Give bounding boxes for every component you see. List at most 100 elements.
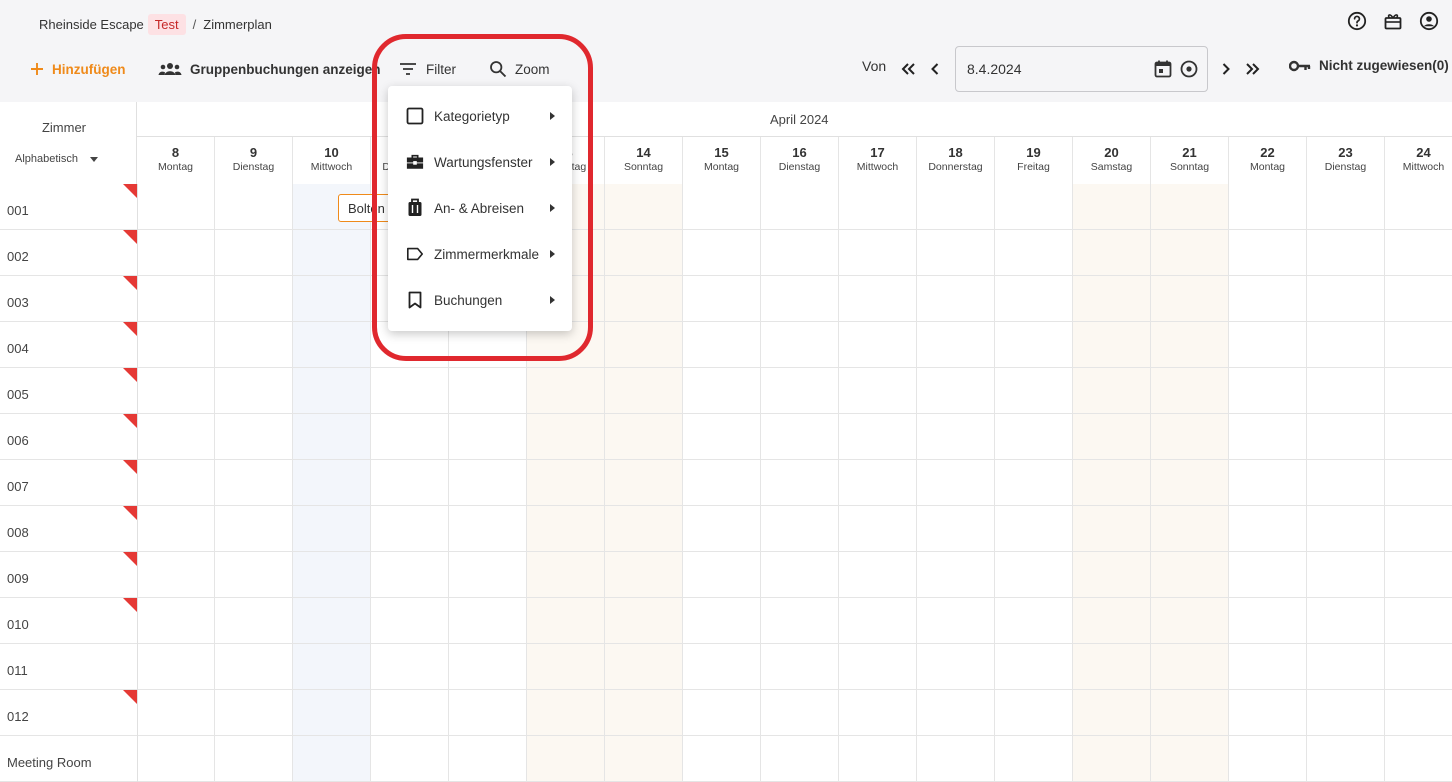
caret-right-icon	[550, 296, 555, 304]
chevron-right-icon[interactable]	[1216, 58, 1236, 80]
account-icon[interactable]	[1418, 10, 1440, 32]
menu-item-label: Wartungsfenster	[434, 154, 533, 170]
date-picker-field[interactable]: 8.4.2024	[955, 46, 1208, 92]
label-tag-icon	[406, 245, 424, 263]
room-name[interactable]: 007	[7, 479, 29, 494]
room-name[interactable]: 006	[7, 433, 29, 448]
day-name: Sonntag	[1169, 161, 1210, 173]
chevron-double-right-icon[interactable]	[1243, 58, 1263, 80]
day-name: Dienstag	[1324, 161, 1367, 173]
date-value[interactable]: 8.4.2024	[967, 61, 1022, 77]
day-number: 23	[1338, 145, 1353, 160]
room-row[interactable]: 006	[0, 414, 1452, 460]
day-number: 18	[948, 145, 963, 160]
day-number: 16	[792, 145, 807, 160]
day-header: 20 Samstag	[1073, 137, 1151, 184]
room-name[interactable]: 001	[7, 203, 29, 218]
breadcrumb-property[interactable]: Rheinside Escape	[39, 17, 144, 32]
day-number: 24	[1416, 145, 1431, 160]
room-name[interactable]: 012	[7, 709, 29, 724]
menu-item-an-abreisen[interactable]: An- & Abreisen	[388, 185, 572, 231]
dirty-flag-marker	[123, 552, 137, 566]
dirty-flag-marker	[123, 184, 137, 198]
day-name: Dienstag	[778, 161, 821, 173]
key-icon	[1289, 60, 1311, 71]
room-row[interactable]: 005	[0, 368, 1452, 414]
room-name[interactable]: 003	[7, 295, 29, 310]
dirty-flag-marker	[123, 230, 137, 244]
room-column-header: Zimmer Alphabetisch	[0, 102, 137, 184]
room-row[interactable]: 011	[0, 644, 1452, 690]
filter-button[interactable]: Filter	[398, 56, 456, 82]
sort-select[interactable]: Alphabetisch	[15, 153, 98, 165]
today-target-icon[interactable]	[1179, 59, 1199, 84]
room-name[interactable]: 005	[7, 387, 29, 402]
day-header: 23 Dienstag	[1307, 137, 1385, 184]
breadcrumb-separator: /	[192, 16, 197, 32]
room-name[interactable]: 010	[7, 617, 29, 632]
day-header: 18 Donnerstag	[917, 137, 995, 184]
room-row[interactable]: 009	[0, 552, 1452, 598]
room-row[interactable]: 010	[0, 598, 1452, 644]
menu-item-buchungen[interactable]: Buchungen	[388, 277, 572, 323]
chevron-double-left-icon[interactable]	[898, 58, 918, 80]
dirty-flag-marker	[123, 506, 137, 520]
von-label: Von	[862, 58, 887, 74]
room-name[interactable]: 004	[7, 341, 29, 356]
day-header: 15 Montag	[683, 137, 761, 184]
room-row[interactable]: 001	[0, 184, 1452, 230]
search-icon	[490, 61, 507, 78]
menu-item-zimmermerkmale[interactable]: Zimmermerkmale	[388, 231, 572, 277]
unassigned-label: Nicht zugewiesen(0)	[1319, 58, 1449, 73]
day-header: 8 Montag	[137, 137, 215, 184]
room-row[interactable]: 002	[0, 230, 1452, 276]
unassigned-button[interactable]: Nicht zugewiesen(0)	[1289, 58, 1449, 73]
day-header: 19 Freitag	[995, 137, 1073, 184]
room-row[interactable]: 008	[0, 506, 1452, 552]
zoom-button-label: Zoom	[515, 61, 550, 77]
gift-icon[interactable]	[1382, 10, 1404, 32]
room-name[interactable]: 009	[7, 571, 29, 586]
day-header: 17 Mittwoch	[839, 137, 917, 184]
dirty-flag-marker	[123, 460, 137, 474]
filter-button-label: Filter	[426, 61, 456, 77]
dirty-flag-marker	[123, 414, 137, 428]
help-icon[interactable]	[1346, 10, 1368, 32]
chevron-left-icon[interactable]	[925, 58, 945, 80]
show-group-bookings-button[interactable]: Gruppenbuchungen anzeigen	[158, 56, 381, 82]
room-row[interactable]: 004	[0, 322, 1452, 368]
add-button-label: Hinzufügen	[52, 61, 126, 77]
square-outline-icon	[406, 107, 424, 125]
day-name: Sonntag	[623, 161, 664, 173]
menu-item-label: An- & Abreisen	[434, 200, 525, 216]
breadcrumb: Rheinside Escape Test / Zimmerplan	[39, 12, 272, 36]
day-number: 22	[1260, 145, 1275, 160]
room-plan-app: Rheinside Escape Test / Zimmerplan Hinzu…	[0, 0, 1452, 782]
room-row[interactable]: 012	[0, 690, 1452, 736]
environment-badge: Test	[147, 13, 186, 35]
breadcrumb-page: Zimmerplan	[203, 16, 272, 32]
zoom-button[interactable]: Zoom	[489, 56, 550, 82]
add-button[interactable]: Hinzufügen	[30, 56, 126, 82]
calendar-icon[interactable]	[1153, 59, 1173, 84]
menu-item-kategorietyp[interactable]: Kategorietyp	[388, 93, 572, 139]
dirty-flag-marker	[123, 598, 137, 612]
room-name[interactable]: Meeting Room	[7, 755, 92, 770]
room-row[interactable]: Meeting Room	[0, 736, 1452, 782]
room-row[interactable]: 003	[0, 276, 1452, 322]
dirty-flag-marker	[123, 690, 137, 704]
room-name[interactable]: 002	[7, 249, 29, 264]
menu-item-label: Kategorietyp	[434, 108, 510, 124]
room-name[interactable]: 011	[7, 663, 28, 678]
day-header: 22 Montag	[1229, 137, 1307, 184]
day-number: 15	[714, 145, 729, 160]
room-row[interactable]: 007	[0, 460, 1452, 506]
filter-dropdown-menu: Kategorietyp Wartungsfenster An- & Abrei…	[388, 86, 572, 331]
room-name[interactable]: 008	[7, 525, 29, 540]
caret-down-icon	[90, 156, 98, 162]
filter-icon	[400, 63, 416, 75]
day-number: 9	[249, 145, 258, 160]
menu-item-wartungsfenster[interactable]: Wartungsfenster	[388, 139, 572, 185]
caret-right-icon	[550, 158, 555, 166]
day-number: 20	[1104, 145, 1119, 160]
